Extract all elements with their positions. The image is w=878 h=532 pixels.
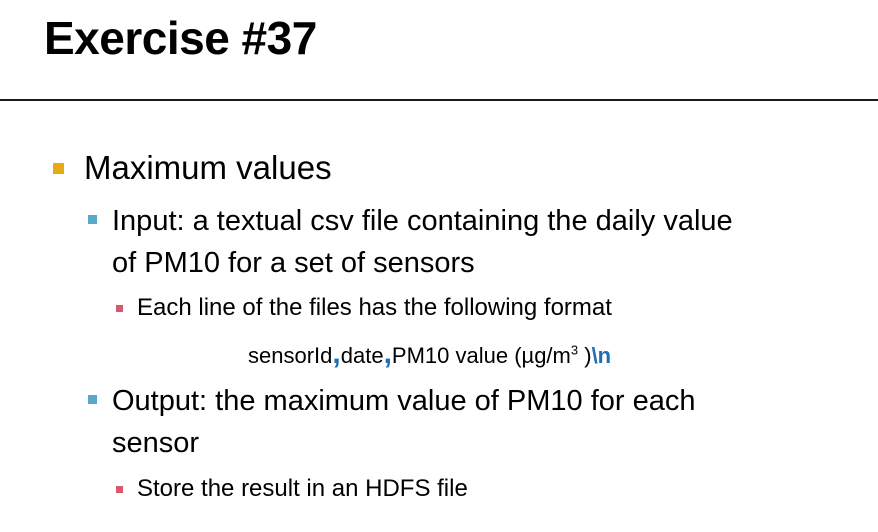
heading-maximum-values: Maximum values (84, 149, 332, 186)
output-description-line1: Output: the maximum value of PM10 for ea… (112, 385, 696, 417)
record-format: sensorId,date,PM10 value (µg/m3 )\n (248, 337, 611, 373)
format-field-sensorid: sensorId (248, 343, 333, 368)
level2-bullet-icon (88, 395, 97, 404)
slide-title: Exercise #37 (44, 12, 317, 64)
level3-bullet-icon (116, 486, 123, 493)
format-field-pm10: PM10 value (µg/m (391, 343, 571, 368)
format-separator: , (332, 337, 341, 370)
title-divider (0, 99, 878, 101)
format-separator: , (383, 337, 392, 370)
input-description-line1: Input: a textual csv file containing the… (112, 205, 733, 237)
input-description-line2: of PM10 for a set of sensors (112, 247, 475, 279)
format-field-date: date (340, 343, 384, 368)
format-field-close: ) (578, 343, 592, 368)
level1-bullet-icon (53, 163, 64, 174)
level2-bullet-icon (88, 215, 97, 224)
store-note: Store the result in an HDFS file (137, 475, 468, 502)
level3-bullet-icon (116, 305, 123, 312)
output-description-line2: sensor (112, 427, 200, 459)
format-note: Each line of the files has the following… (137, 294, 612, 321)
format-newline: \n (591, 343, 612, 368)
